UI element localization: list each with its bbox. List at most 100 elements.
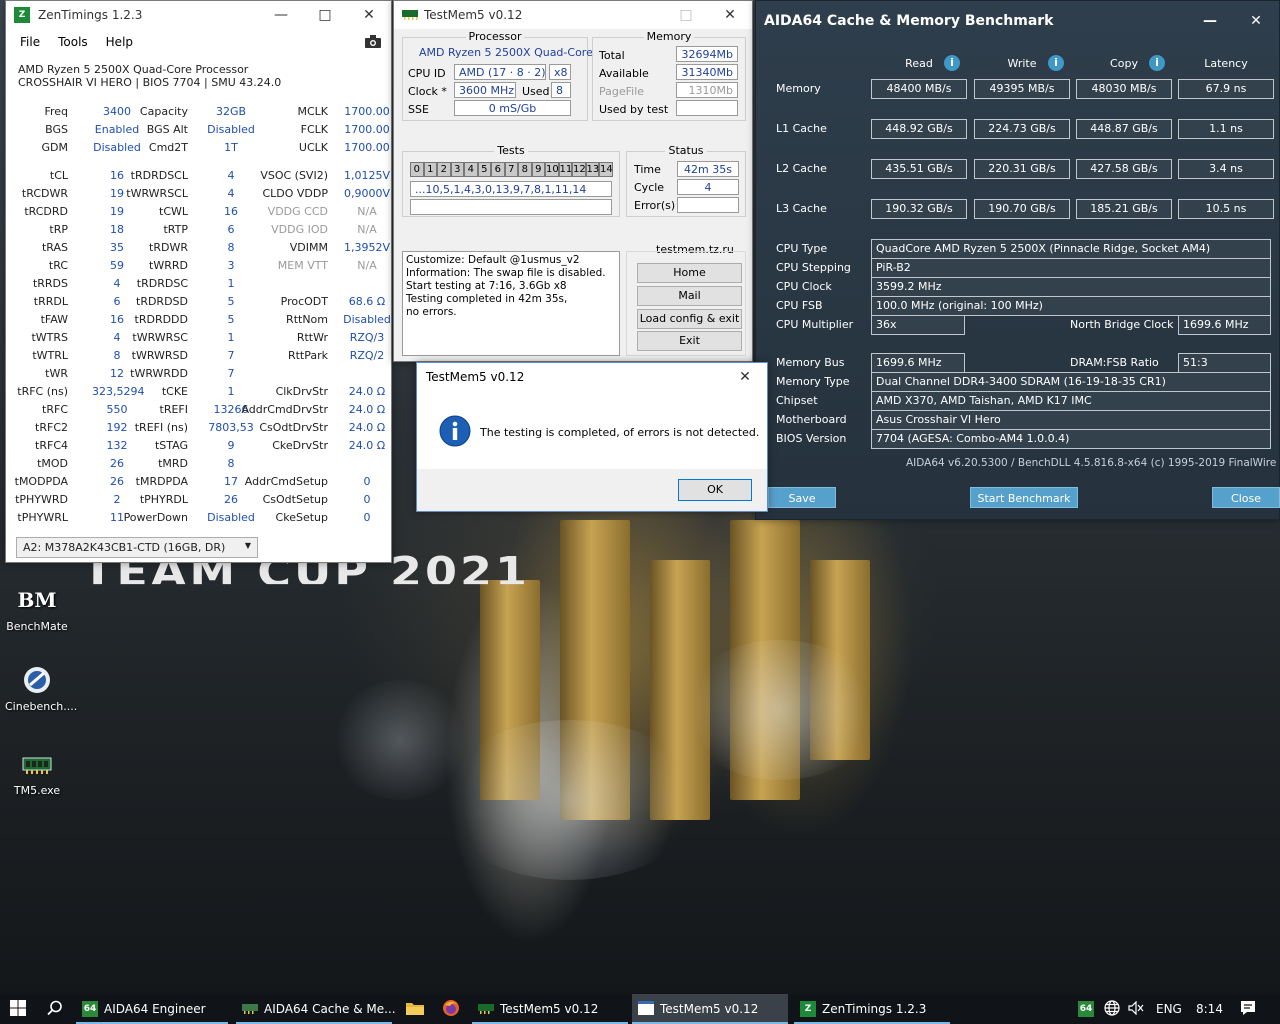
tray-network[interactable]	[1098, 994, 1122, 1024]
menu-file[interactable]: File	[20, 35, 40, 49]
tray-volume[interactable]	[1122, 994, 1146, 1024]
screenshot-icon[interactable]	[365, 35, 381, 51]
timing-label: tCWL	[159, 205, 188, 218]
timing-value: 24.0 Ω	[348, 421, 386, 434]
taskbar-file-explorer[interactable]	[400, 994, 430, 1024]
action-center-button[interactable]	[1234, 994, 1264, 1024]
desktop-icon-cinebench[interactable]: Cinebench....	[5, 664, 77, 713]
test-cell: 14	[599, 162, 613, 177]
timing-label: tWTRL	[32, 349, 68, 362]
taskbar-item-aida64-cache[interactable]: AIDA64 Cache & Me...	[236, 994, 396, 1024]
desktop-icon-benchmate[interactable]: ВМ BenchMate	[5, 584, 69, 633]
cpu-id-field: AMD (17 · 8 · 2)	[454, 64, 546, 80]
dimm-select-value: A2: M378A2K43CB1-CTD (16GB, DR)	[23, 541, 226, 554]
timing-value: 0	[363, 493, 371, 506]
timing-label: tMOD	[37, 457, 68, 470]
home-button[interactable]: Home	[637, 263, 742, 283]
taskbar-item-zentimings[interactable]: Z ZenTimings 1.2.3	[794, 994, 950, 1024]
info-value: Dual Channel DDR4-3400 SDRAM (16-19-18-3…	[871, 372, 1271, 392]
start-benchmark-button[interactable]: Start Benchmark	[970, 487, 1078, 508]
info-value: 1699.6 MHz	[871, 353, 965, 373]
timing-label: Freq	[44, 105, 68, 118]
info-value: Asus Crosshair VI Hero	[871, 410, 1271, 430]
dimm-select[interactable]: A2: M378A2K43CB1-CTD (16GB, DR) ▼	[16, 537, 258, 558]
timing-label: tCL	[49, 169, 68, 182]
minimize-button[interactable]: —	[259, 1, 303, 29]
wallpaper-shape	[680, 640, 880, 780]
load-config-button[interactable]: Load config & exit	[637, 309, 742, 329]
volume-muted-icon	[1128, 1000, 1144, 1018]
close-aida-button[interactable]: Close	[1212, 487, 1280, 508]
timing-label: RttPark	[287, 349, 328, 362]
test-cell: 13	[585, 162, 600, 177]
info-icon[interactable]: i	[1149, 55, 1165, 71]
timing-value: Enabled	[94, 123, 140, 136]
taskbar-item-testmem5-1[interactable]: TestMem5 v0.12	[472, 994, 628, 1024]
tray-language[interactable]: ENG	[1150, 994, 1190, 1024]
timing-label: tSTAG	[154, 439, 188, 452]
close-button[interactable]: ✕	[1233, 1, 1279, 41]
timing-value: 1700.00	[344, 105, 390, 118]
menu-help[interactable]: Help	[106, 35, 133, 49]
timing-value: 26	[224, 493, 238, 506]
start-button[interactable]	[0, 994, 36, 1024]
test-cell: 6	[491, 162, 505, 177]
timing-value: N/A	[357, 259, 377, 272]
aida64-titlebar[interactable]: AIDA64 Cache & Memory Benchmark — ✕	[756, 1, 1279, 41]
timing-value: 0,9000V	[343, 187, 390, 200]
test-cell: 5	[477, 162, 491, 177]
desktop-icon-tm5[interactable]: TM5.exe	[5, 748, 69, 797]
info-label: North Bridge Clock	[1070, 318, 1174, 331]
timing-label: tRDRDSD	[136, 295, 188, 308]
timing-label: tRCDRD	[24, 205, 68, 218]
chevron-down-icon: ▼	[244, 541, 251, 550]
bench-row-label: L3 Cache	[776, 202, 827, 215]
timing-value: 8	[227, 241, 235, 254]
zentimings-titlebar[interactable]: Z ZenTimings 1.2.3 — □ ✕	[6, 1, 391, 29]
timing-label: VDIMM	[289, 241, 328, 254]
timing-value: 0	[363, 475, 371, 488]
menu-tools[interactable]: Tools	[58, 35, 88, 49]
timing-value: 3	[227, 259, 235, 272]
timing-label: tWTRS	[31, 331, 68, 344]
search-button[interactable]	[38, 994, 72, 1024]
close-button[interactable]: ✕	[347, 1, 391, 29]
testmem5-titlebar[interactable]: TestMem5 v0.12 □ ✕	[394, 1, 752, 29]
timing-label: tRDRDDD	[134, 313, 188, 326]
save-button[interactable]: Save	[768, 487, 836, 508]
dialog-titlebar[interactable]: TestMem5 v0.12 ✕	[417, 363, 767, 391]
close-button[interactable]: ✕	[723, 363, 767, 391]
timing-label: BGS	[45, 123, 68, 136]
timing-value: 4	[113, 277, 121, 290]
timing-label: tMRD	[158, 457, 188, 470]
info-value: 7704 (AGESA: Combo-AM4 1.0.0.4)	[871, 429, 1271, 449]
timing-label: tPHYWRD	[15, 493, 68, 506]
cycle-field: 4	[677, 179, 739, 195]
info-icon[interactable]: i	[944, 55, 960, 71]
test-cell: 2	[437, 162, 451, 177]
info-icon[interactable]: i	[1048, 55, 1064, 71]
aida64-icon: 64	[1078, 1001, 1094, 1017]
completion-dialog: TestMem5 v0.12 ✕ The testing is complete…	[416, 362, 768, 512]
timing-value: 16	[224, 205, 238, 218]
minimize-button[interactable]: —	[1187, 1, 1233, 41]
taskbar-firefox[interactable]	[436, 994, 466, 1024]
maximize-button[interactable]: □	[303, 1, 347, 29]
timing-value: 1	[227, 331, 235, 344]
language-label: ENG	[1156, 1002, 1182, 1016]
tray-clock[interactable]: 8:14	[1190, 994, 1224, 1024]
taskbar-item-aida64-engineer[interactable]: 64 AIDA64 Engineer	[76, 994, 228, 1024]
exit-button[interactable]: Exit	[637, 331, 742, 351]
close-button[interactable]: ✕	[708, 1, 752, 29]
timing-value: 0	[363, 511, 371, 524]
mail-button[interactable]: Mail	[637, 286, 742, 306]
available-label: Available	[599, 67, 649, 80]
total-label: Total	[599, 49, 625, 62]
ok-button[interactable]: OK	[678, 479, 752, 501]
minimize-button[interactable]: □	[664, 1, 708, 29]
taskbar-item-testmem5-2[interactable]: TestMem5 v0.12	[632, 994, 788, 1024]
timing-label: VDDG CCD	[267, 205, 328, 218]
info-label: CPU Type	[776, 242, 828, 255]
window-title: ZenTimings 1.2.3	[38, 8, 143, 22]
timing-value: 24.0 Ω	[348, 439, 386, 452]
